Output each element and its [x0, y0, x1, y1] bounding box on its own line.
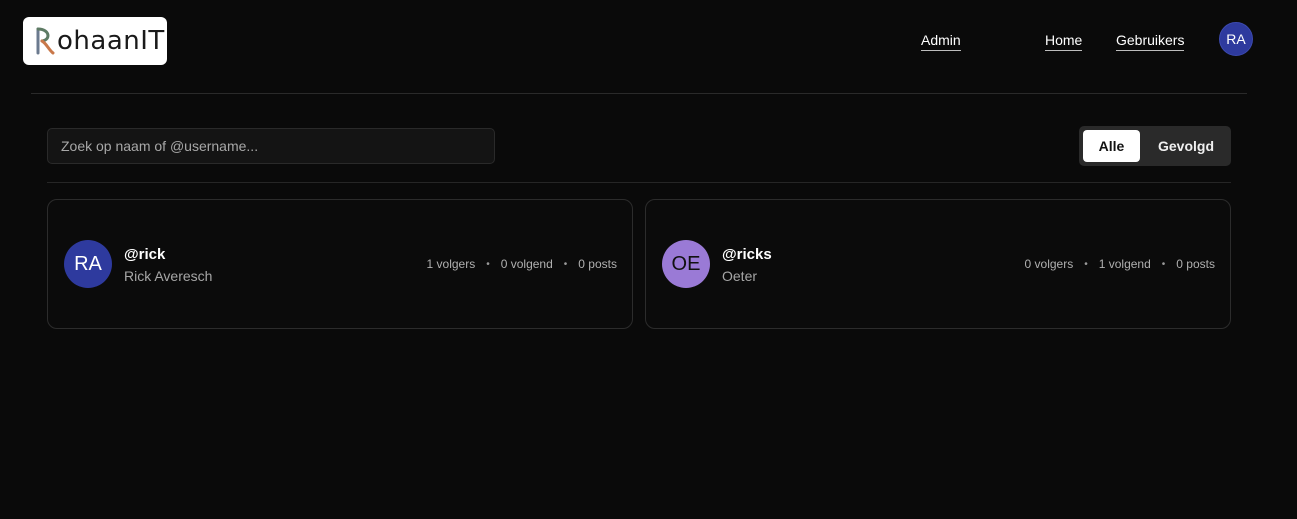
header-divider: [31, 93, 1247, 94]
separator-dot: •: [563, 258, 568, 270]
toolbar-divider: [47, 182, 1231, 183]
separator-dot: •: [486, 258, 490, 270]
following-count: 1 volgend: [1098, 257, 1151, 271]
followers-count: 0 volgers: [1024, 257, 1074, 271]
search-input[interactable]: [47, 128, 495, 164]
logo-text: ohaanIT: [57, 26, 165, 56]
nav-link-users[interactable]: Gebruikers: [1116, 32, 1185, 51]
filter-toggle-group: Alle Gevolgd: [1079, 126, 1231, 166]
logo[interactable]: ohaanIT: [23, 17, 167, 65]
user-card-name: Oeter: [722, 268, 758, 284]
user-card-username: @rick: [124, 246, 166, 263]
user-card-avatar: RA: [64, 240, 112, 288]
filter-all-button[interactable]: Alle: [1083, 130, 1140, 162]
page: ohaanIT Admin Home Gebruikers RA Alle Ge…: [0, 0, 1297, 519]
separator-dot: •: [1084, 258, 1088, 270]
following-count: 0 volgend: [500, 257, 553, 271]
user-card-username: @ricks: [722, 246, 772, 263]
followers-count: 1 volgers: [426, 257, 476, 271]
separator-dot: •: [1161, 258, 1166, 270]
posts-count: 0 posts: [578, 257, 617, 271]
user-card-name: Rick Averesch: [124, 268, 213, 284]
user-card-avatar: OE: [662, 240, 710, 288]
nav-link-home[interactable]: Home: [1045, 32, 1083, 51]
logo-r-icon: [36, 27, 55, 55]
header: ohaanIT Admin Home Gebruikers RA: [0, 0, 1297, 94]
filter-followed-button[interactable]: Gevolgd: [1145, 130, 1227, 162]
user-card-stats: 1 volgers • 0 volgend • 0 posts: [427, 257, 617, 271]
user-avatar[interactable]: RA: [1219, 22, 1253, 56]
posts-count: 0 posts: [1176, 257, 1215, 271]
nav-link-admin[interactable]: Admin: [921, 32, 961, 51]
user-card[interactable]: RA @rick Rick Averesch 1 volgers • 0 vol…: [47, 199, 633, 329]
user-card-stats: 0 volgers • 1 volgend • 0 posts: [1025, 257, 1215, 271]
user-card[interactable]: OE @ricks Oeter 0 volgers • 1 volgend • …: [645, 199, 1231, 329]
